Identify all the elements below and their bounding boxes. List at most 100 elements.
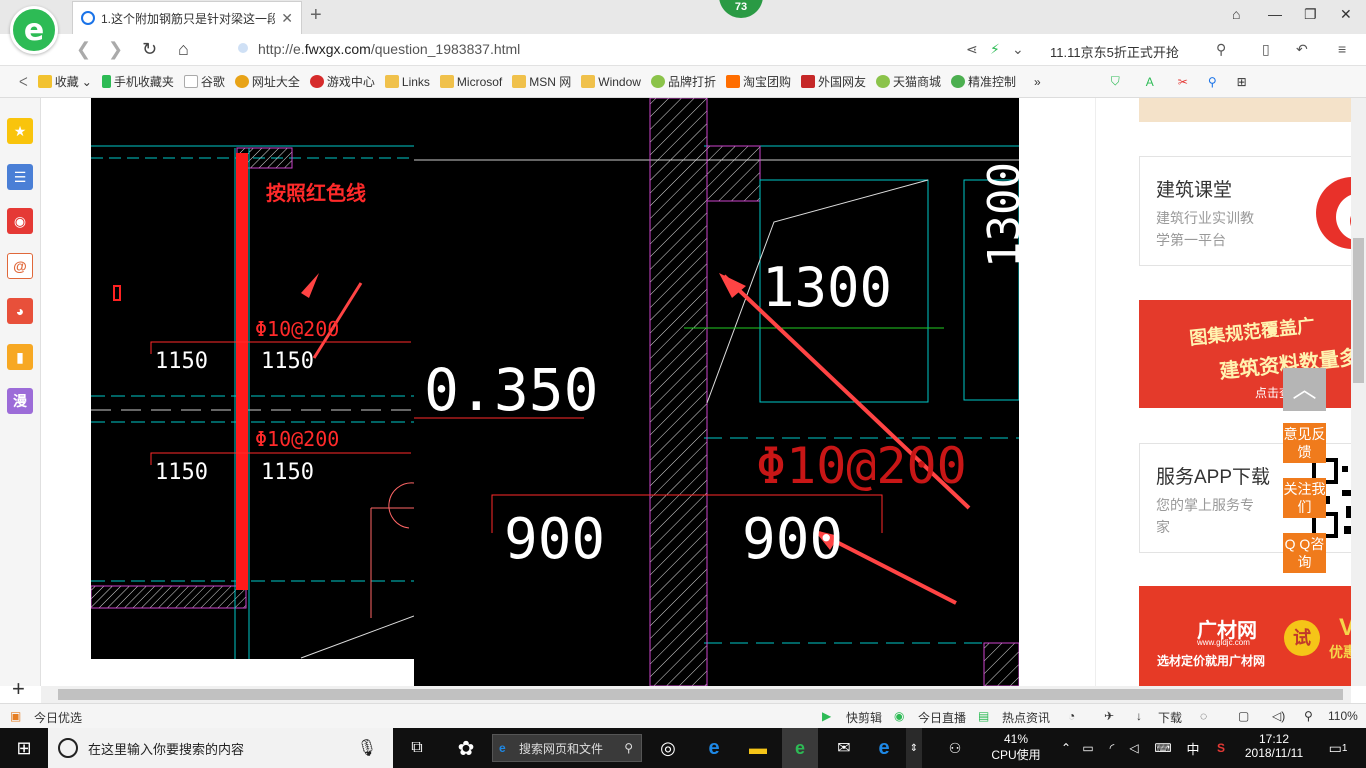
translate-icon[interactable]: A — [1141, 75, 1159, 89]
bookmark-item[interactable]: 外国网友 — [796, 73, 871, 90]
qq-consult-button[interactable]: Q Q咨询 — [1283, 533, 1326, 573]
ie-icon[interactable]: e — [696, 728, 732, 768]
action-center-icon[interactable]: ▭ 1 — [1318, 728, 1358, 768]
keyboard-icon[interactable]: ⌨ — [1148, 728, 1178, 768]
scissors-icon[interactable]: ✂ — [1173, 75, 1193, 89]
minimize-button[interactable]: — — [1268, 6, 1282, 22]
bookmark-item[interactable]: Window — [576, 75, 646, 89]
edge-icon[interactable]: e — [866, 728, 902, 768]
scroll-thumb[interactable] — [1353, 238, 1364, 383]
bookmark-item[interactable]: 淘宝团购 — [721, 73, 796, 90]
taskbar-scroll-icon[interactable]: ⇕ — [906, 728, 922, 768]
bookmark-item[interactable]: 收藏 ⌄ — [33, 73, 97, 90]
zoom-icon[interactable]: ⚲ — [1304, 709, 1313, 723]
share-icon[interactable]: ⋖ — [966, 41, 978, 58]
shirt-icon[interactable]: ⌂ — [1232, 6, 1240, 22]
download-link[interactable]: 下载 — [1158, 709, 1182, 726]
promo-search-hint[interactable]: 11.11京东5折正式开抢 — [1050, 42, 1179, 61]
weibo-icon[interactable]: ◉ — [7, 208, 33, 234]
bookmarks-toggle-icon[interactable]: ᐸ — [14, 75, 33, 89]
browser-taskbar-icon[interactable]: e — [782, 728, 818, 768]
chevron-down-icon[interactable]: ⌄ — [1012, 41, 1024, 58]
follow-us-button[interactable]: 关注我们 — [1283, 478, 1326, 518]
phone-icon[interactable]: ▯ — [1262, 41, 1270, 58]
bookmark-item[interactable]: Links — [380, 75, 435, 89]
bookmark-item[interactable]: 品牌打折 — [646, 73, 721, 90]
refresh-button[interactable]: ↻ — [142, 39, 157, 60]
bookmark-item[interactable]: 手机收藏夹 — [97, 73, 179, 90]
lightning-icon[interactable]: ⚡ — [990, 41, 1000, 58]
chrome-icon[interactable]: ◎ — [650, 728, 686, 768]
ime-indicator[interactable]: 中 — [1182, 728, 1204, 768]
pin-icon[interactable]: ✈ — [1104, 709, 1114, 723]
zoom-level[interactable]: 110% — [1328, 709, 1358, 723]
ie-mode-icon[interactable]: ◌ — [1200, 709, 1207, 723]
live-link[interactable]: 今日直播 — [918, 709, 966, 726]
site-info-icon[interactable] — [238, 43, 248, 53]
web-search-box[interactable]: e 搜索网页和文件 ⚲ — [492, 734, 642, 762]
cortana-search-box[interactable]: 在这里输入你要搜索的内容 🎙 — [48, 728, 393, 768]
add-sidebar-item-button[interactable]: + — [12, 676, 25, 702]
scroll-thumb[interactable] — [58, 689, 1343, 700]
speed-icon[interactable]: ◔ — [1068, 709, 1075, 723]
window-icon[interactable]: ▢ — [1238, 709, 1249, 723]
windows-start-icon[interactable]: ⊞ — [0, 728, 48, 768]
bookmark-item[interactable]: 天猫商城 — [871, 73, 946, 90]
apps-icon[interactable]: ⊞ — [1232, 75, 1252, 89]
news-link[interactable]: 热点资讯 — [1002, 709, 1050, 726]
cpu-monitor[interactable]: 41% CPU使用 — [988, 732, 1044, 763]
forward-button[interactable]: ❯ — [108, 39, 123, 60]
back-button[interactable]: ❮ — [76, 39, 91, 60]
gift-icon[interactable]: ▣ — [10, 709, 21, 723]
book-icon[interactable]: ▮ — [7, 344, 33, 370]
home-button[interactable]: ⌂ — [178, 39, 189, 60]
sogou-icon[interactable]: S — [1210, 728, 1232, 768]
notification-badge[interactable]: 73 — [719, 0, 763, 18]
new-tab-button[interactable]: + — [310, 4, 322, 27]
menu-icon[interactable]: ≡ — [1338, 41, 1346, 57]
reader-icon[interactable]: ☰ — [7, 164, 33, 190]
pinwheel-icon[interactable]: ✿ — [446, 728, 486, 768]
quick-cut-link[interactable]: 快剪辑 — [846, 709, 882, 726]
bookmark-item[interactable]: 谷歌 — [179, 73, 230, 90]
volume-icon[interactable]: ◁ — [1124, 728, 1144, 768]
vertical-scrollbar[interactable] — [1351, 98, 1366, 686]
undo-icon[interactable]: ↶ — [1296, 41, 1308, 58]
ad-card-building-class[interactable]: 建筑课堂 建筑行业实训教 学第一平台 — [1139, 156, 1351, 266]
horizontal-scrollbar[interactable] — [41, 686, 1351, 703]
bookmark-item[interactable]: MSN 网 — [507, 73, 576, 90]
mail-icon[interactable]: @ — [7, 253, 33, 279]
mail-icon[interactable]: ✉ — [826, 728, 862, 768]
browser-logo-icon[interactable]: e — [10, 6, 58, 54]
close-window-button[interactable]: ✕ — [1340, 6, 1352, 23]
feedback-button[interactable]: 意见反馈 — [1283, 423, 1326, 463]
tab-active[interactable]: 1.这个附加钢筋只是针对梁这一段 ✕ — [72, 1, 302, 34]
volume-icon[interactable]: ◁) — [1272, 709, 1285, 723]
more-bookmarks-icon[interactable]: » — [1029, 75, 1046, 89]
task-view-icon[interactable]: ⧉ — [400, 728, 434, 768]
top-banner-partial[interactable] — [1139, 98, 1351, 122]
network-icon[interactable]: ◜ — [1102, 728, 1122, 768]
favorites-star-icon[interactable]: ★ — [7, 118, 33, 144]
download-icon[interactable]: ↓ — [1136, 709, 1142, 723]
file-explorer-icon[interactable]: ▬ — [740, 728, 776, 768]
bookmark-item[interactable]: 精准控制 — [946, 73, 1021, 90]
bookmark-item[interactable]: 游戏中心 — [305, 73, 380, 90]
game-icon[interactable]: ◕ — [7, 298, 33, 324]
battery-icon[interactable]: ▭ — [1078, 728, 1098, 768]
chevron-up-icon[interactable]: ⌃ — [1056, 728, 1076, 768]
bookmark-item[interactable]: 网址大全 — [230, 73, 305, 90]
search-icon[interactable]: ⚲ — [1203, 75, 1222, 89]
shield-icon[interactable]: ⛉ — [1106, 74, 1125, 89]
bookmark-item[interactable]: Microsof — [435, 75, 507, 89]
restore-button[interactable]: ❐ — [1304, 6, 1317, 23]
banner-gldjc[interactable]: 广材网 www.gldjc.com 选材定价就用广材网 试 VIP 优惠试用 — [1139, 586, 1351, 686]
microphone-icon[interactable]: 🎙 — [357, 738, 377, 758]
back-to-top-button[interactable]: ︿ — [1283, 368, 1326, 411]
search-icon[interactable]: ⚲ — [1216, 41, 1226, 58]
clock[interactable]: 17:12 2018/11/11 — [1238, 732, 1310, 760]
url-field[interactable]: http://e.fwxgx.com/question_1983837.html — [258, 41, 520, 57]
people-icon[interactable]: ⚇ — [940, 728, 970, 768]
today-pick-link[interactable]: 今日优选 — [34, 709, 82, 726]
close-tab-icon[interactable]: ✕ — [281, 10, 293, 27]
